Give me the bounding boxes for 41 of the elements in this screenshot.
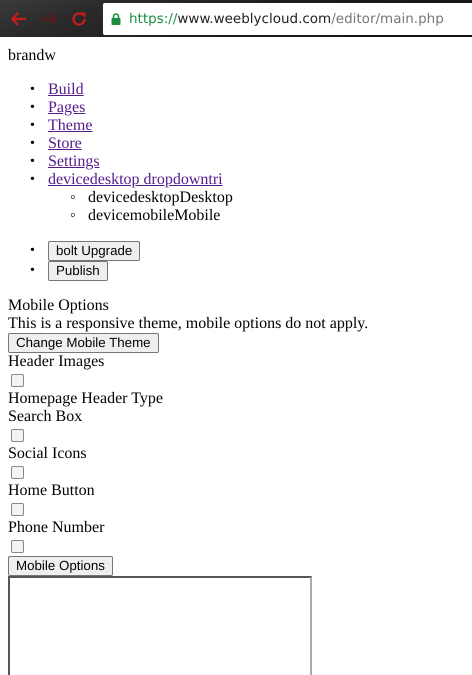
- bullet: •: [30, 135, 36, 153]
- option-label: Homepage Header Type: [8, 390, 163, 407]
- bullet: •: [30, 242, 36, 260]
- option-label: Mobile Options: [8, 297, 109, 314]
- option-label: Header Images: [8, 353, 104, 370]
- nav-link[interactable]: Theme: [48, 117, 92, 135]
- option-label: This is a responsive theme, mobile options do not apply.: [8, 315, 368, 332]
- nav-link[interactable]: devicedesktop dropdowntri: [48, 171, 223, 189]
- address-bar[interactable]: https://www.weeblycloud.com/editor/main.php: [103, 2, 472, 34]
- nav-link[interactable]: Pages: [48, 99, 86, 117]
- bullet: •: [30, 117, 36, 135]
- nav-link[interactable]: Store: [48, 135, 82, 153]
- option-button[interactable]: Mobile Options: [8, 556, 113, 576]
- action-button[interactable]: Publish: [48, 261, 108, 281]
- nav-link[interactable]: Build: [48, 81, 84, 99]
- checkbox[interactable]: [11, 540, 24, 553]
- checkbox[interactable]: [11, 466, 24, 479]
- url-text: https://www.weeblycloud.com/editor/main.php: [129, 10, 444, 26]
- dropdown-item[interactable]: devicemobileMobile: [88, 207, 220, 225]
- dropdown-item[interactable]: devicedesktopDesktop: [88, 189, 233, 207]
- option-button[interactable]: Change Mobile Theme: [8, 333, 159, 353]
- brand-text: brandw: [8, 47, 56, 64]
- bullet: •: [30, 153, 36, 171]
- bullet: ◦: [70, 189, 77, 207]
- option-label: Home Button: [8, 482, 95, 499]
- reload-icon[interactable]: [71, 10, 87, 26]
- option-label: Phone Number: [8, 519, 104, 536]
- checkbox[interactable]: [11, 429, 24, 442]
- bullet: •: [30, 171, 36, 189]
- bullet: •: [30, 99, 36, 117]
- checkbox[interactable]: [11, 374, 24, 387]
- checkbox[interactable]: [11, 503, 24, 516]
- bullet: •: [30, 262, 36, 280]
- option-label: Social Icons: [8, 445, 87, 462]
- nav-link[interactable]: Settings: [48, 153, 100, 171]
- bullet: •: [30, 81, 36, 99]
- bullet: ◦: [70, 207, 77, 225]
- back-icon[interactable]: [11, 12, 27, 26]
- action-button[interactable]: bolt Upgrade: [48, 241, 140, 261]
- option-label: Search Box: [8, 408, 82, 425]
- lock-icon: [111, 12, 121, 24]
